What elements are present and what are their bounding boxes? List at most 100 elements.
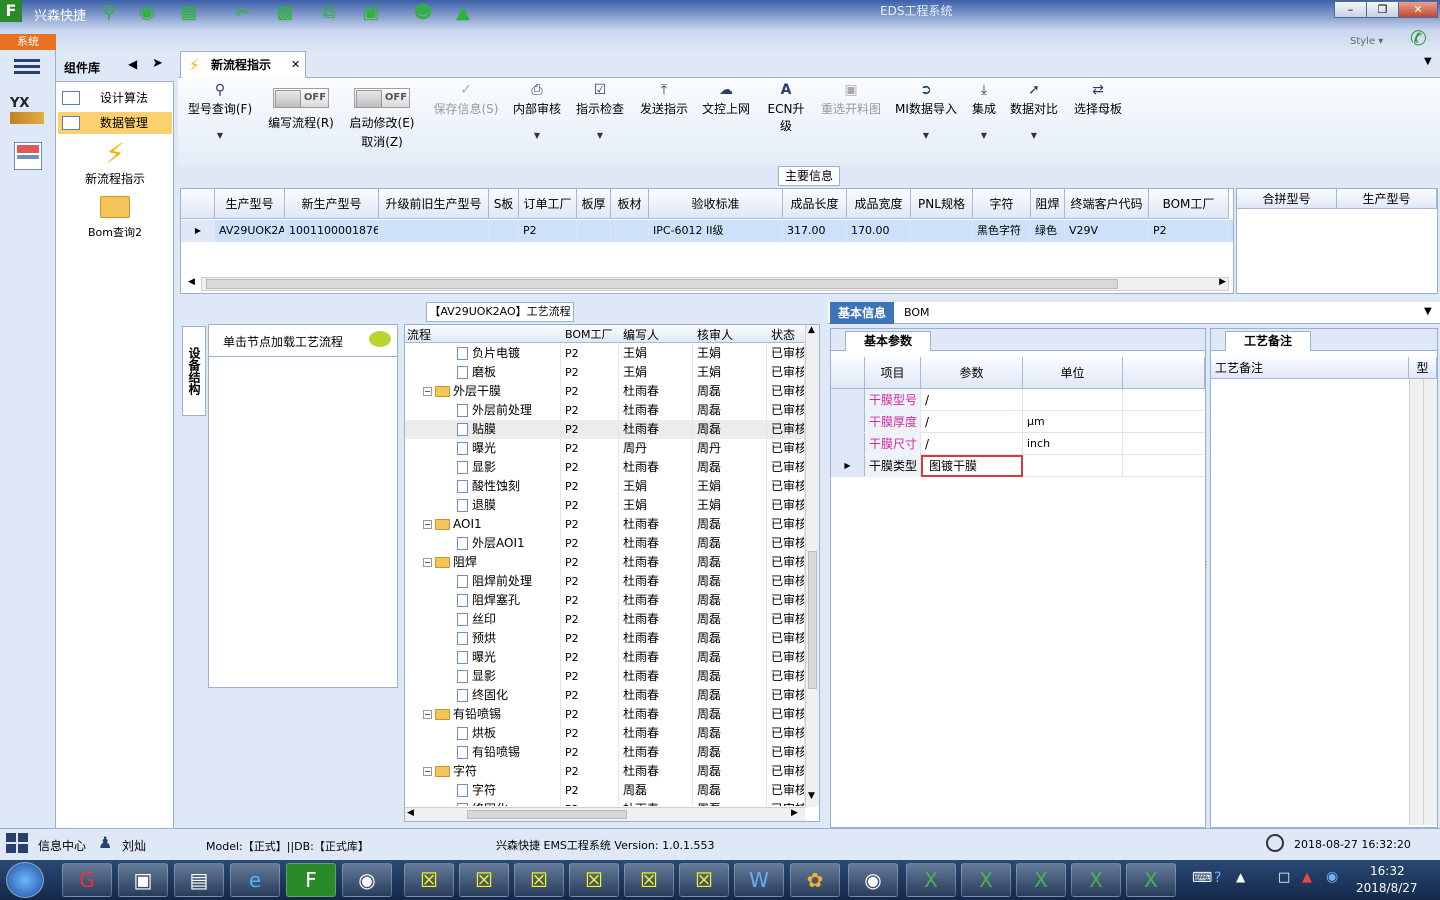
col-header-item[interactable]: 项目 bbox=[865, 357, 921, 389]
calculator-icon[interactable] bbox=[14, 142, 42, 170]
launcher-new-flow[interactable]: ⚡ 新流程指示 bbox=[56, 138, 174, 187]
param-row[interactable]: 干膜尺寸 / inch bbox=[831, 433, 1205, 455]
process-tree-row[interactable]: 酸性蚀刻 P2 王娟 王娟 已审核 bbox=[405, 477, 805, 496]
upload-doc-button[interactable]: ☁ 文控上网 bbox=[698, 82, 754, 117]
tray-expand-icon[interactable]: ▲ bbox=[1236, 870, 1245, 884]
main-info-cell[interactable] bbox=[911, 220, 973, 242]
menu-item-design-algorithm[interactable]: 设计算法 bbox=[58, 87, 172, 109]
instruction-check-button[interactable]: ☑ 指示检查 ▼ bbox=[572, 82, 628, 140]
collapse-node-icon[interactable]: − bbox=[423, 520, 432, 529]
taskbar-excel-icon[interactable]: X bbox=[1126, 863, 1176, 897]
main-info-col-header[interactable]: BOM工厂 bbox=[1149, 189, 1229, 219]
process-tree-row[interactable]: − 有铅喷锡 P2 杜雨春 周磊 已审核 bbox=[405, 705, 805, 724]
process-tree-row[interactable]: 预烘 P2 杜雨春 周磊 已审核 bbox=[405, 629, 805, 648]
close-window-button[interactable]: ✕ bbox=[1398, 1, 1438, 18]
main-info-cell[interactable]: P2 bbox=[519, 220, 577, 242]
process-tree-row[interactable]: 阻焊前处理 P2 杜雨春 周磊 已审核 bbox=[405, 572, 805, 591]
splitter-handle[interactable]: ⋮ bbox=[1202, 560, 1210, 596]
process-tree-row[interactable]: 曝光 P2 杜雨春 周磊 已审核 bbox=[405, 648, 805, 667]
param-unit-cell[interactable]: μm bbox=[1023, 411, 1123, 433]
param-unit-cell[interactable] bbox=[1023, 455, 1123, 477]
process-tree-row[interactable]: 丝印 P2 杜雨春 周磊 已审核 bbox=[405, 610, 805, 629]
windows-grid-icon[interactable] bbox=[6, 833, 28, 853]
select-motherboard-button[interactable]: ⇄ 选择母板 bbox=[1070, 82, 1126, 117]
tab-new-flow-instruction[interactable]: ⚡ 新流程指示 ✕ bbox=[180, 51, 306, 78]
taskbar-eye-icon[interactable]: ◉ bbox=[342, 863, 392, 897]
tray-app-icon[interactable]: ◉ bbox=[1326, 869, 1338, 885]
param-value-cell[interactable]: / bbox=[921, 411, 1023, 433]
main-info-col-header[interactable]: 终端客户代码 bbox=[1065, 189, 1149, 219]
taskbar-window-icon[interactable]: ☒ bbox=[679, 863, 729, 897]
main-info-cell[interactable]: 170.00 bbox=[847, 220, 911, 242]
tab-basic-info[interactable]: 基本信息 bbox=[830, 302, 894, 324]
main-info-col-header[interactable]: 板厚 bbox=[577, 189, 611, 219]
main-info-row[interactable]: ▶ AV29UOK2AO10011000018768 P2 IPC-6012 II级… bbox=[181, 220, 1233, 242]
internal-review-button[interactable]: ⎙ 内部审核 ▼ bbox=[510, 82, 564, 140]
param-row[interactable]: 干膜厚度 / μm bbox=[831, 411, 1205, 433]
process-tree-row[interactable]: 显影 P2 杜雨春 周磊 已审核 bbox=[405, 667, 805, 686]
col-header-bom-factory[interactable]: BOM工厂 bbox=[565, 326, 613, 342]
maximize-button[interactable]: ❐ bbox=[1366, 1, 1399, 18]
start-button[interactable] bbox=[6, 862, 44, 898]
taskbar-window-icon[interactable]: ☒ bbox=[459, 863, 509, 897]
process-tree-row[interactable]: 字符 P2 周磊 周磊 已审核 bbox=[405, 781, 805, 800]
taskbar-scanner-icon[interactable]: ▤ bbox=[174, 863, 224, 897]
ecn-upgrade-button[interactable]: A ECN升级 bbox=[762, 82, 810, 134]
collapse-node-icon[interactable]: − bbox=[423, 387, 432, 396]
collapse-node-icon[interactable]: − bbox=[423, 558, 432, 567]
reselect-layout-button[interactable]: ▣ 重选开料图 bbox=[818, 82, 884, 117]
scissors-icon[interactable]: ✂ bbox=[230, 2, 256, 24]
process-tree-row[interactable]: 曝光 P2 周丹 周丹 已审核 bbox=[405, 439, 805, 458]
pin-icon[interactable]: ➤ bbox=[152, 56, 163, 71]
main-info-col-header[interactable]: 验收标准 bbox=[649, 189, 783, 219]
tab-dropdown-icon[interactable]: ▼ bbox=[1424, 56, 1432, 67]
taskbar-window-icon[interactable]: ☒ bbox=[514, 863, 564, 897]
network-icon[interactable]: □ bbox=[1278, 870, 1290, 885]
taskbar-window-icon[interactable]: ☒ bbox=[404, 863, 454, 897]
taskbar-ie-icon[interactable]: e bbox=[230, 863, 280, 897]
main-info-col-header[interactable]: 订单工厂 bbox=[519, 189, 577, 219]
taskbar-window-icon[interactable]: ☒ bbox=[569, 863, 619, 897]
param-unit-cell[interactable] bbox=[1023, 389, 1123, 411]
col-header-unit[interactable]: 单位 bbox=[1023, 357, 1123, 389]
copy-icon[interactable]: ⧉ bbox=[316, 2, 342, 24]
main-info-cell[interactable] bbox=[379, 220, 489, 242]
process-tree-row[interactable]: − 字符 P2 杜雨春 周磊 已审核 bbox=[405, 762, 805, 781]
col-header-process-notes[interactable]: 工艺备注 bbox=[1211, 357, 1409, 379]
main-info-cell[interactable]: AV29UOK2AO bbox=[215, 220, 285, 242]
style-menu[interactable]: Style ▾ bbox=[1350, 36, 1383, 47]
vertical-scrollbar[interactable]: ▲ ▼ bbox=[805, 325, 819, 807]
taskbar-window-icon[interactable]: ☒ bbox=[624, 863, 674, 897]
system-tab[interactable]: 系统 bbox=[0, 34, 56, 50]
collapse-left-icon[interactable]: ◀ bbox=[128, 57, 137, 71]
taskbar-eds-icon[interactable]: F bbox=[286, 863, 336, 897]
taskbar-app-icon[interactable]: G bbox=[62, 863, 112, 897]
start-edit-toggle[interactable]: OFF bbox=[354, 88, 410, 108]
process-tree-row[interactable]: 终固化 P2杜雨春周磊已审核 bbox=[405, 800, 805, 806]
col-header-status[interactable]: 状态 bbox=[771, 326, 795, 343]
scroll-right-icon[interactable]: ▶ bbox=[791, 808, 798, 818]
vertical-scrollbar[interactable] bbox=[1423, 379, 1437, 825]
chart-icon[interactable]: ▲ bbox=[450, 2, 476, 24]
search-icon[interactable]: ⚲ bbox=[96, 2, 122, 24]
factory-yx-icon[interactable]: YX bbox=[10, 96, 44, 128]
scroll-left-icon[interactable]: ◀ bbox=[188, 277, 195, 287]
write-flow-toggle[interactable]: OFF bbox=[273, 88, 329, 108]
collapse-node-icon[interactable]: − bbox=[423, 710, 432, 719]
tab-process-notes[interactable]: 工艺备注 bbox=[1225, 331, 1311, 351]
horizontal-scrollbar[interactable]: ◀ ▶ bbox=[188, 277, 1229, 291]
info-center-link[interactable]: 信息中心 bbox=[38, 837, 86, 854]
process-tree-row[interactable]: 外层AOI1 P2 杜雨春 周磊 已审核 bbox=[405, 534, 805, 553]
process-tree-row[interactable]: 烘板 P2 杜雨春 周磊 已审核 bbox=[405, 724, 805, 743]
grid-icon[interactable]: ▣ bbox=[358, 2, 384, 24]
taskbar-word-icon[interactable]: W bbox=[734, 863, 784, 897]
save-info-button[interactable]: ✓ 保存信息(S) bbox=[428, 82, 504, 117]
param-row[interactable]: ▶ 干膜类型 图镀干膜 bbox=[831, 455, 1205, 477]
equipment-structure-tab[interactable]: 设备结构 bbox=[182, 326, 206, 416]
phone-icon[interactable]: ✆ bbox=[1410, 26, 1427, 50]
process-tree-row[interactable]: − 外层干膜 P2 杜雨春 周磊 已审核 bbox=[405, 382, 805, 401]
col-header-reviewer[interactable]: 核审人 bbox=[697, 326, 733, 343]
vertical-scrollbar[interactable] bbox=[1409, 379, 1423, 825]
scroll-thumb[interactable] bbox=[808, 551, 817, 689]
help-ring-icon[interactable]: ◉ bbox=[134, 2, 160, 24]
